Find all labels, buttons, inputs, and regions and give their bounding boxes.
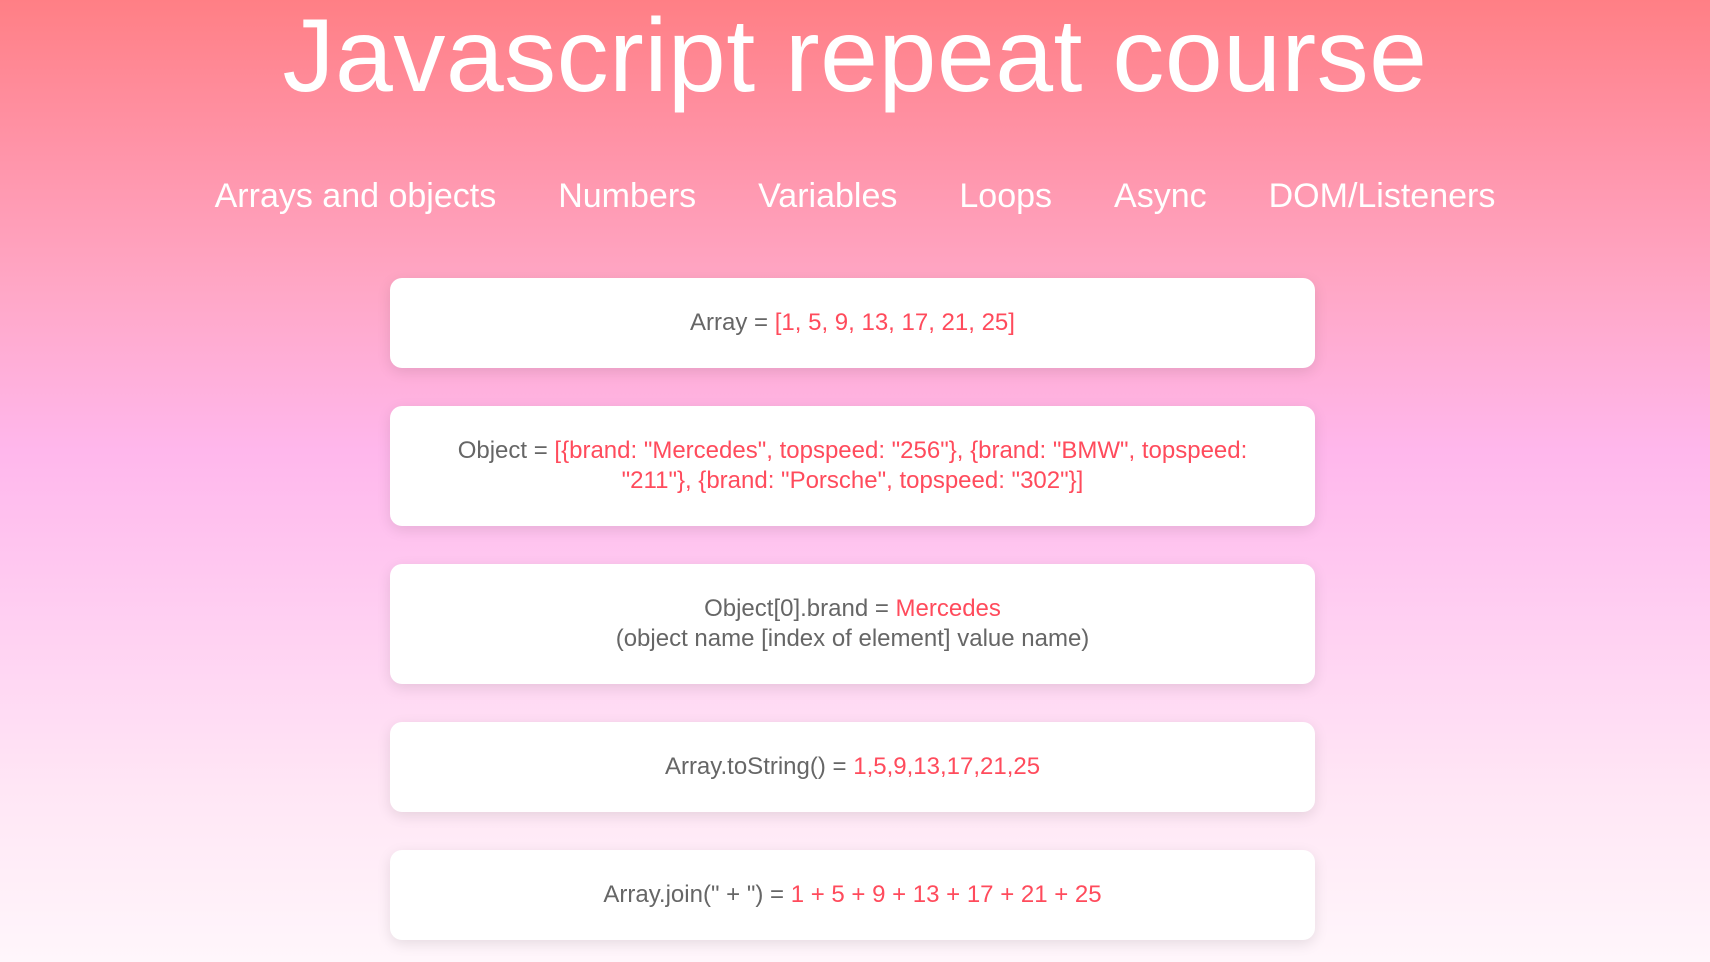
card-join-value: 1 + 5 + 9 + 13 + 17 + 21 + 25 [790, 881, 1102, 908]
card-object-brand: Object[0].brand = Mercedes (object name … [390, 564, 1315, 684]
card-tostring-value: 1,5,9,13,17,21,25 [853, 753, 1041, 780]
nav-link-async[interactable]: Async [1114, 176, 1207, 216]
card-join-label: Array.join(" + ") = [603, 881, 791, 908]
nav-link-numbers[interactable]: Numbers [558, 176, 696, 216]
card-object: Object = [{brand: "Mercedes", topspeed: … [390, 406, 1315, 526]
card-array-text: Array = [1, 5, 9, 13, 17, 21, 25] [690, 308, 1015, 338]
card-object-brand-text: Object[0].brand = Mercedes (object name … [616, 594, 1090, 654]
card-tostring: Array.toString() = 1,5,9,13,17,21,25 [390, 722, 1315, 812]
card-array: Array = [1, 5, 9, 13, 17, 21, 25] [390, 278, 1315, 368]
nav-link-arrays-and-objects[interactable]: Arrays and objects [215, 176, 497, 216]
card-tostring-text: Array.toString() = 1,5,9,13,17,21,25 [665, 752, 1040, 782]
main-nav: Arrays and objects Numbers Variables Loo… [0, 176, 1710, 216]
nav-link-dom-listeners[interactable]: DOM/Listeners [1269, 176, 1496, 216]
nav-link-variables[interactable]: Variables [758, 176, 897, 216]
card-tostring-label: Array.toString() = [664, 753, 854, 780]
card-object-text: Object = [{brand: "Mercedes", topspeed: … [430, 436, 1275, 496]
card-array-value: [1, 5, 9, 13, 17, 21, 25] [774, 309, 1015, 336]
card-join: Array.join(" + ") = 1 + 5 + 9 + 13 + 17 … [390, 850, 1315, 940]
card-join-text: Array.join(" + ") = 1 + 5 + 9 + 13 + 17 … [603, 880, 1101, 910]
card-object-brand-value: Mercedes [895, 595, 1001, 622]
nav-link-loops[interactable]: Loops [959, 176, 1052, 216]
card-object-brand-label: Object[0].brand = [704, 595, 896, 622]
page-title: Javascript repeat course [282, 0, 1428, 114]
card-array-label: Array = [690, 309, 775, 336]
card-object-value: [{brand: "Mercedes", topspeed: "256"}, {… [554, 437, 1248, 494]
content-cards: Array = [1, 5, 9, 13, 17, 21, 25] Object… [390, 278, 1315, 940]
card-object-brand-subtext: (object name [index of element] value na… [615, 625, 1090, 652]
card-object-label: Object = [457, 437, 555, 464]
